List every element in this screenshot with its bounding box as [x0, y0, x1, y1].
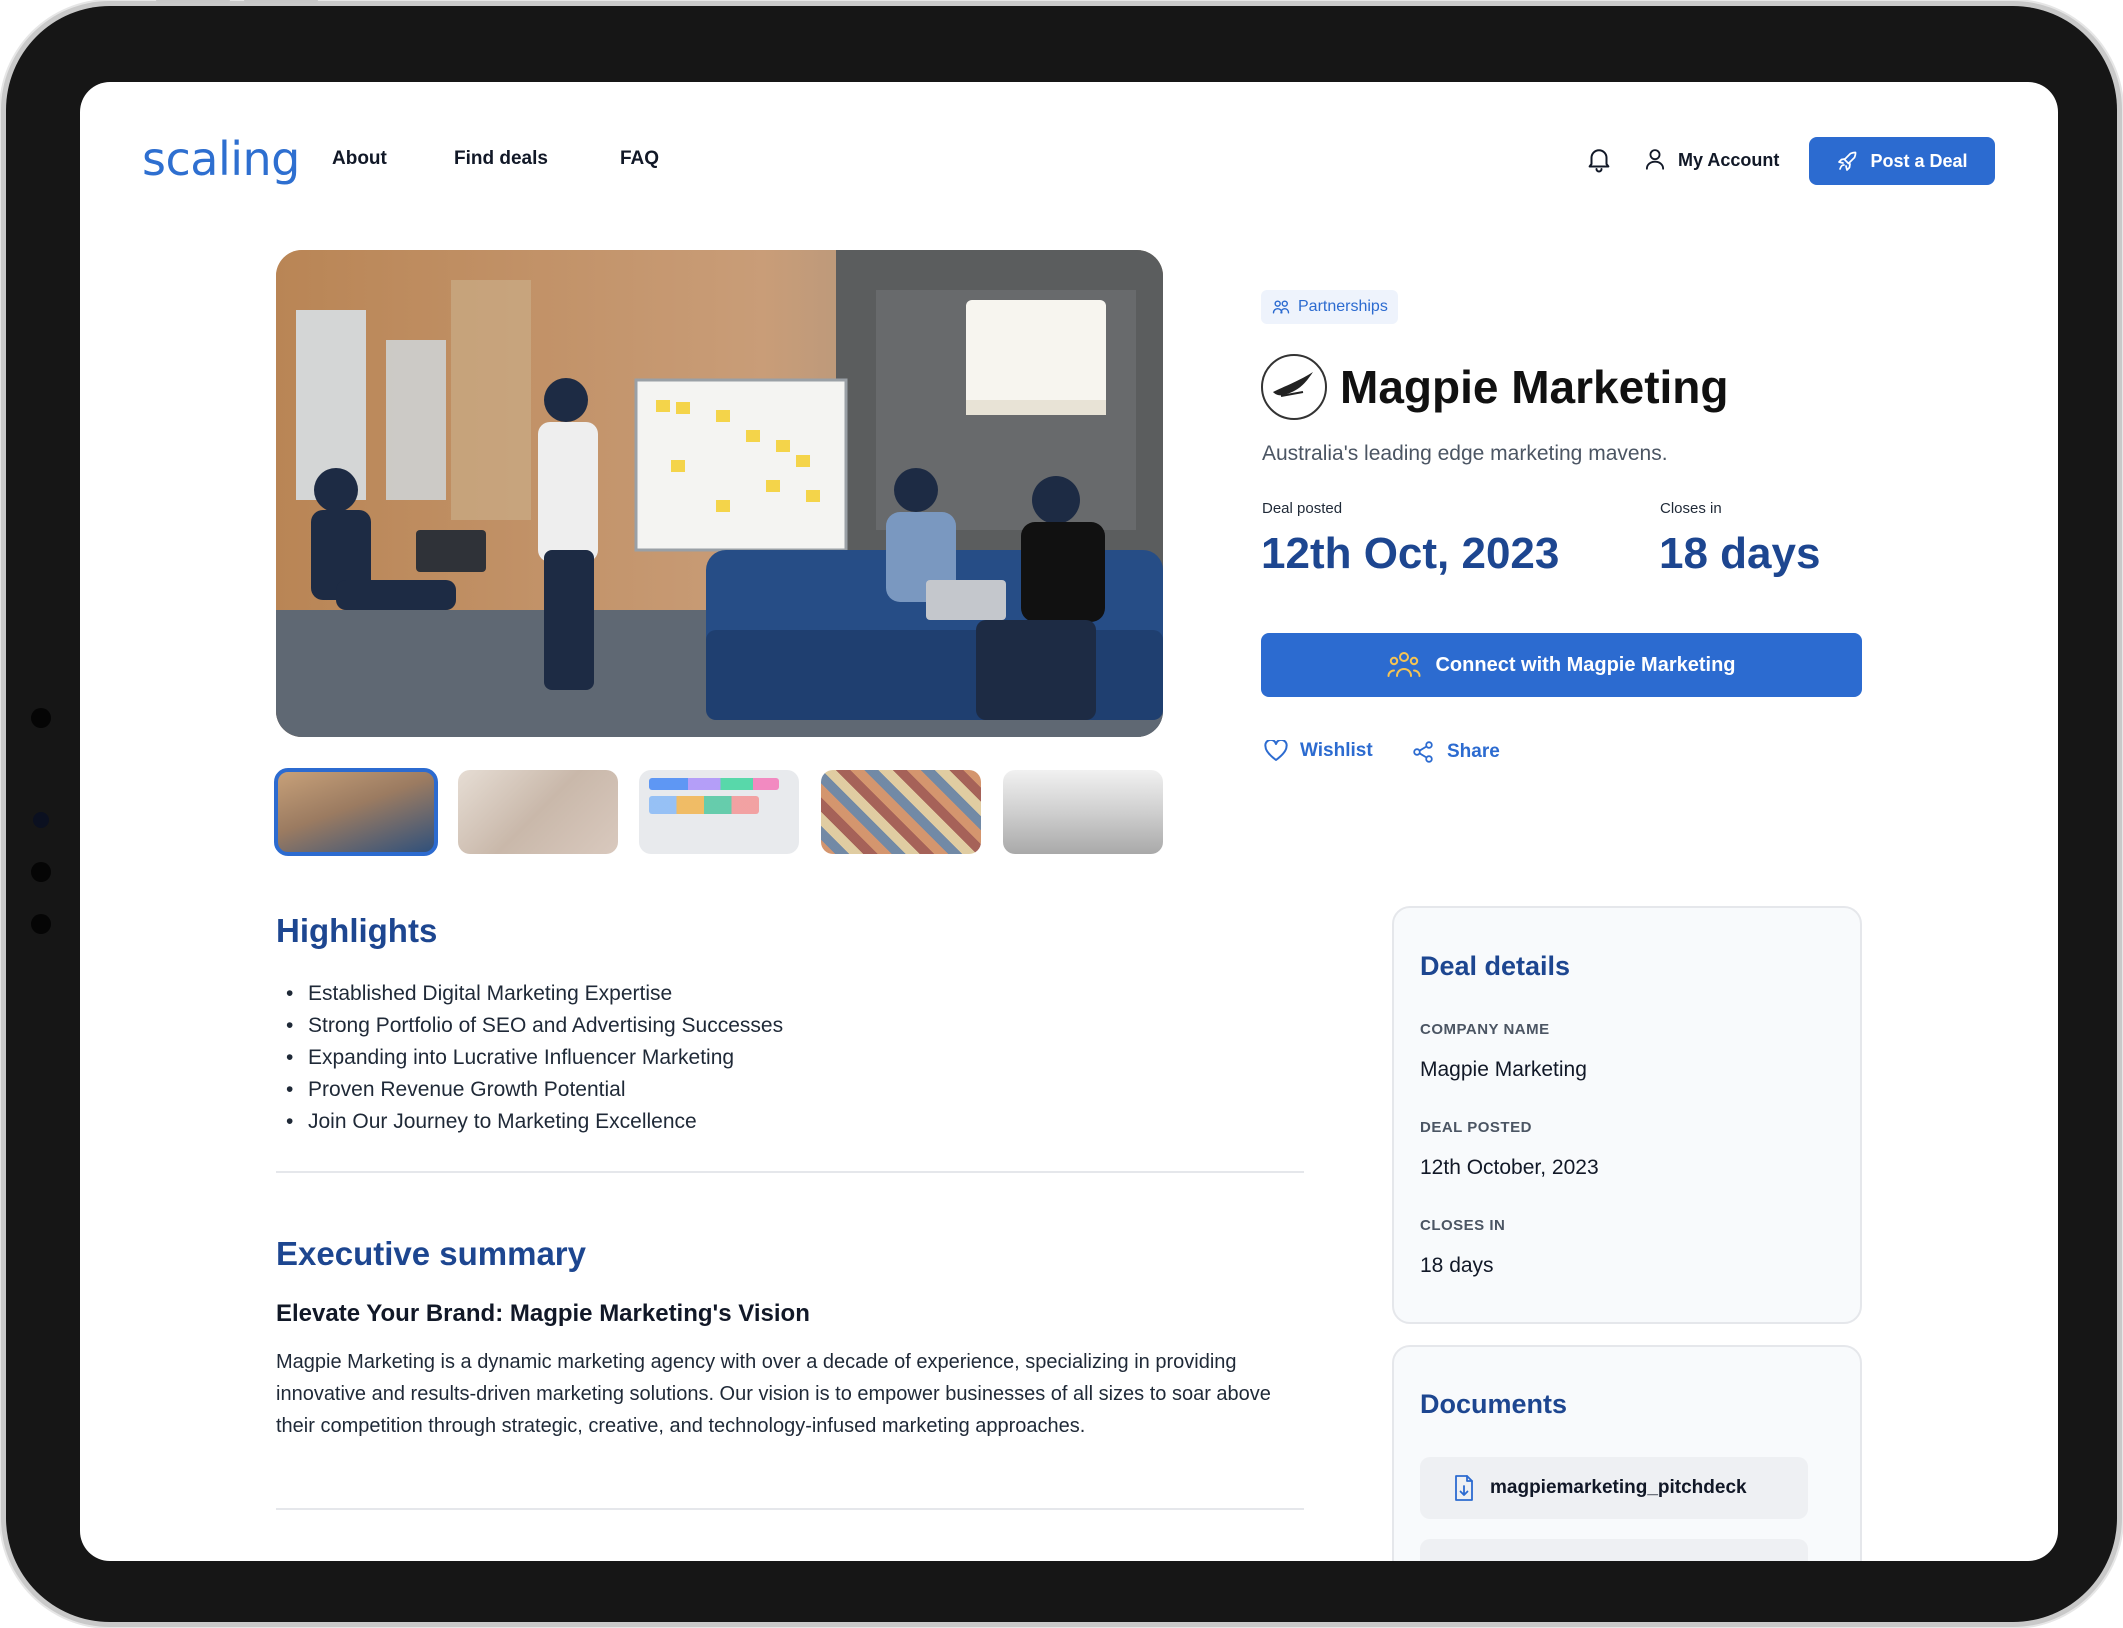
top-button-2: [244, 0, 318, 3]
highlight-item: Established Digital Marketing Expertise: [286, 978, 783, 1010]
people-icon: [1272, 300, 1290, 314]
my-account-link[interactable]: My Account: [1678, 150, 1779, 171]
deal-details-card: Deal details COMPANY NAME Magpie Marketi…: [1392, 906, 1862, 1324]
highlight-item: Expanding into Lucrative Influencer Mark…: [286, 1042, 783, 1074]
deal-posted-label: Deal posted: [1262, 500, 1343, 517]
documents-card: Documents magpiemarketing_pitchdeck: [1392, 1345, 1862, 1561]
chart-thumb-bars: [649, 796, 759, 814]
highlight-item: Strong Portfolio of SEO and Advertising …: [286, 1010, 783, 1042]
deal-posted-value: 12th Oct, 2023: [1261, 529, 1560, 578]
thumbnail-3[interactable]: [639, 770, 799, 854]
closes-in-detail-value: 18 days: [1420, 1254, 1494, 1277]
nav-link-find-deals[interactable]: Find deals: [454, 148, 548, 170]
post-deal-button[interactable]: Post a Deal: [1809, 137, 1995, 185]
share-icon: [1413, 741, 1433, 763]
thumbnail-4[interactable]: [821, 770, 981, 854]
section-divider: [276, 1171, 1304, 1173]
document-item[interactable]: [1420, 1539, 1808, 1561]
magpie-logo: [1261, 354, 1327, 420]
deal-posted-detail-label: DEAL POSTED: [1420, 1119, 1532, 1136]
nav-link-faq[interactable]: FAQ: [620, 148, 659, 170]
thumbnail-1[interactable]: [274, 768, 438, 856]
closes-in-detail-label: CLOSES IN: [1420, 1217, 1506, 1234]
category-label: Partnerships: [1298, 298, 1388, 315]
thumbnail-2[interactable]: [458, 770, 618, 854]
app-screen: scaling About Find deals FAQ My Account …: [80, 82, 2058, 1561]
highlights-title: Highlights: [276, 912, 438, 949]
highlight-item: Join Our Journey to Marketing Excellence: [286, 1106, 783, 1138]
company-name-label: COMPANY NAME: [1420, 1021, 1550, 1038]
document-download-icon: [1455, 1475, 1473, 1501]
summary-subtitle: Elevate Your Brand: Magpie Marketing's V…: [276, 1300, 810, 1327]
hero-image[interactable]: [276, 250, 1163, 737]
executive-summary-title: Executive summary: [276, 1235, 587, 1272]
connect-button[interactable]: Connect with Magpie Marketing: [1261, 633, 1862, 697]
nav-link-about[interactable]: About: [332, 148, 387, 170]
chart-thumb-bars: [649, 778, 779, 790]
wishlist-label: Wishlist: [1300, 740, 1373, 761]
magpie-bird-icon: [1273, 372, 1313, 397]
user-icon[interactable]: [1642, 146, 1668, 172]
highlight-item: Proven Revenue Growth Potential: [286, 1074, 783, 1106]
document-name: magpiemarketing_pitchdeck: [1490, 1477, 1747, 1498]
side-sensor-dot: [33, 812, 49, 828]
summary-body: Magpie Marketing is a dynamic marketing …: [276, 1351, 1271, 1437]
closes-in-label: Closes in: [1660, 500, 1722, 517]
bell-icon[interactable]: [1584, 144, 1614, 174]
side-camera-dot: [31, 708, 51, 728]
thumbnail-5[interactable]: [1003, 770, 1163, 854]
deal-posted-detail-value: 12th October, 2023: [1420, 1156, 1599, 1179]
post-deal-label: Post a Deal: [1870, 150, 1968, 171]
tablet-frame: scaling About Find deals FAQ My Account …: [6, 0, 2117, 1622]
side-camera-dot: [31, 914, 51, 934]
closes-in-value: 18 days: [1659, 529, 1821, 578]
scaling-logo[interactable]: scaling: [142, 132, 300, 186]
heart-icon: [1264, 740, 1288, 761]
top-button-1: [156, 0, 230, 3]
rocket-icon: [1838, 151, 1857, 171]
company-title: Magpie Marketing: [1340, 361, 1729, 413]
section-divider: [276, 1508, 1304, 1510]
wishlist-button[interactable]: Wishlist: [1264, 740, 1373, 762]
company-tagline: Australia's leading edge marketing maven…: [1262, 442, 1668, 465]
company-name-value: Magpie Marketing: [1420, 1058, 1587, 1081]
document-item[interactable]: magpiemarketing_pitchdeck: [1420, 1457, 1808, 1519]
office-photo: [276, 250, 1163, 737]
documents-title: Documents: [1420, 1389, 1568, 1419]
category-tag[interactable]: Partnerships: [1261, 290, 1398, 324]
group-icon: [1387, 652, 1421, 677]
connect-label: Connect with Magpie Marketing: [1435, 653, 1736, 676]
share-label: Share: [1447, 741, 1500, 762]
highlights-list: Established Digital Marketing Expertise …: [286, 978, 783, 1138]
top-nav: scaling About Find deals FAQ My Account …: [80, 82, 2058, 238]
share-button[interactable]: Share: [1411, 740, 1500, 764]
deal-details-title: Deal details: [1420, 951, 1571, 981]
side-camera-dot: [31, 862, 51, 882]
